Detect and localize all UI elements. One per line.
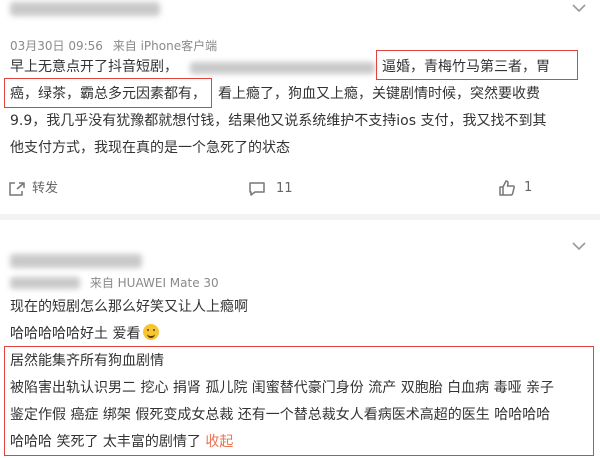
repost-button[interactable]: 转发 bbox=[8, 180, 58, 198]
comment-button[interactable]: 11 bbox=[248, 180, 293, 198]
post-line: 看上瘾了，狗血又上瘾，关键剧情时候，突然要收费 bbox=[218, 86, 540, 102]
post-meta: 03月30日 09:56 来自 iPhone客户端 bbox=[10, 38, 223, 54]
username-blurred[interactable] bbox=[10, 254, 142, 268]
post-date: 03月30日 09:56 bbox=[10, 39, 103, 53]
highlight-box bbox=[376, 50, 578, 80]
post-meta: 来自 HUAWEI Mate 30 bbox=[10, 275, 225, 291]
comment-icon bbox=[249, 182, 265, 196]
highlight-box bbox=[4, 78, 212, 108]
post-line: 哈哈哈哈哈好土 爱看 bbox=[10, 323, 160, 345]
post-line: 9.9，我几乎没有犹豫都就想付钱，结果他又说系统维护不支持ios 支付，我又找不… bbox=[10, 113, 547, 129]
thumbs-up-icon bbox=[499, 180, 515, 196]
highlight-box bbox=[4, 346, 594, 456]
post-line: 现在的短剧怎么那么好笑又让人上瘾啊 bbox=[10, 299, 248, 315]
repost-label: 转发 bbox=[32, 181, 59, 196]
post-source[interactable]: 来自 HUAWEI Mate 30 bbox=[90, 276, 219, 290]
redacted-text bbox=[190, 62, 375, 74]
repost-icon bbox=[9, 182, 25, 196]
chevron-down-icon[interactable] bbox=[572, 2, 586, 16]
post-date-blurred bbox=[10, 277, 80, 289]
comment-count: 11 bbox=[276, 181, 293, 196]
post-source[interactable]: 来自 iPhone客户端 bbox=[113, 39, 217, 53]
post-line: 他支付方式，我现在真的是一个急死了的状态 bbox=[10, 140, 290, 156]
chevron-down-icon[interactable] bbox=[572, 240, 586, 254]
like-button[interactable]: 1 bbox=[498, 179, 532, 197]
laughing-emoji-icon bbox=[143, 324, 160, 340]
like-count: 1 bbox=[524, 180, 533, 195]
post-line: 早上无意点开了抖音短剧， bbox=[10, 59, 178, 75]
username-blurred[interactable] bbox=[10, 2, 160, 16]
section-divider bbox=[0, 214, 600, 220]
